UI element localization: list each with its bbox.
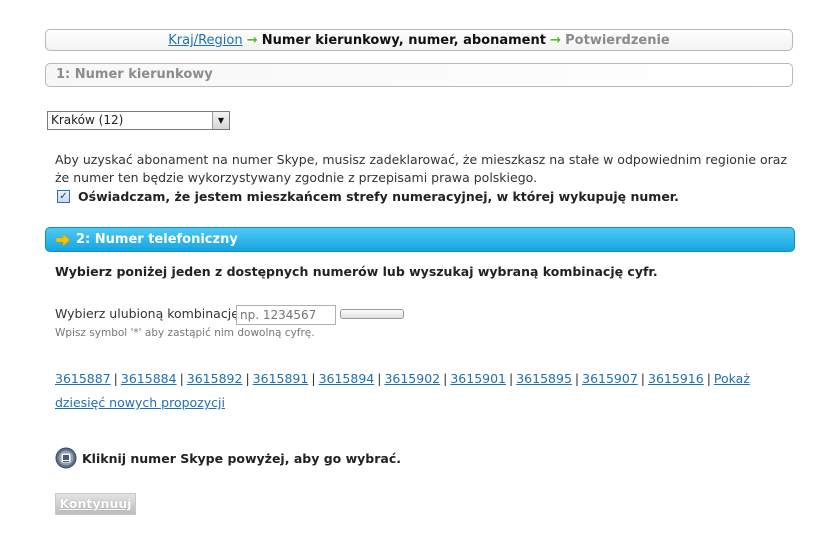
number-separator: | bbox=[706, 371, 711, 386]
skype-phone-icon bbox=[55, 447, 77, 469]
residency-notice: Aby uzyskać abonament na numer Skype, mu… bbox=[55, 152, 788, 185]
section2-title: 2: Numer telefoniczny bbox=[76, 232, 238, 247]
declaration-checkbox[interactable]: ✓ bbox=[57, 190, 70, 203]
number-link[interactable]: 3615916 bbox=[648, 371, 704, 386]
number-separator: | bbox=[245, 371, 250, 386]
region-select-value: Kraków (12) bbox=[51, 113, 124, 127]
breadcrumb-arrow-1: → bbox=[246, 33, 258, 48]
page: Kraj/Region → Numer kierunkowy, numer, a… bbox=[0, 0, 838, 551]
search-combination-button[interactable] bbox=[340, 309, 404, 319]
number-separator: | bbox=[574, 371, 580, 386]
breadcrumb-confirmation: Potwierdzenie bbox=[565, 33, 670, 48]
number-link[interactable]: 3615901 bbox=[450, 371, 506, 386]
number-link[interactable]: 3615895 bbox=[516, 371, 572, 386]
number-link[interactable]: 3615884 bbox=[121, 371, 177, 386]
number-link[interactable]: 3615902 bbox=[384, 371, 440, 386]
wildcard-hint: Wpisz symbol '*' aby zastąpić nim dowoln… bbox=[55, 327, 315, 339]
number-link[interactable]: 3615892 bbox=[187, 371, 243, 386]
chevron-down-icon[interactable]: ▼ bbox=[212, 112, 229, 129]
number-separator: | bbox=[377, 371, 382, 386]
number-separator: | bbox=[311, 371, 316, 386]
number-instruction: Wybierz poniżej jeden z dostępnych numer… bbox=[55, 264, 658, 279]
breadcrumb-current: Numer kierunkowy, numer, abonament bbox=[261, 33, 546, 48]
number-separator: | bbox=[509, 371, 514, 386]
click-number-note: Kliknij numer Skype powyżej, aby go wybr… bbox=[55, 447, 401, 469]
declaration-label: Oświadczam, że jestem mieszkańcem strefy… bbox=[78, 189, 679, 204]
number-link[interactable]: 3615907 bbox=[582, 371, 638, 386]
declaration-row[interactable]: ✓ Oświadczam, że jestem mieszkańcem stre… bbox=[57, 189, 679, 204]
number-separator: | bbox=[640, 371, 646, 386]
region-select[interactable]: Kraków (12) ▼ bbox=[47, 111, 230, 130]
breadcrumb: Kraj/Region → Numer kierunkowy, numer, a… bbox=[45, 29, 793, 51]
continue-button[interactable]: Kontynuuj bbox=[55, 493, 136, 515]
number-separator: | bbox=[443, 371, 448, 386]
breadcrumb-arrow-2: → bbox=[550, 33, 561, 48]
number-separator: | bbox=[113, 371, 118, 386]
number-separator: | bbox=[179, 371, 184, 386]
number-list: 3615887 | 3615884 | 3615892 | 3615891 | 3615894 |… bbox=[55, 367, 790, 415]
number-link[interactable]: 3615894 bbox=[319, 371, 375, 386]
section2-header: 2: Numer telefoniczny bbox=[45, 227, 795, 252]
breadcrumb-country-link[interactable]: Kraj/Region bbox=[168, 33, 242, 48]
arrow-right-icon bbox=[56, 233, 70, 246]
combination-input[interactable] bbox=[236, 305, 336, 325]
combination-label: Wybierz ulubioną kombinację: bbox=[55, 306, 244, 321]
number-link[interactable]: 3615887 bbox=[55, 371, 111, 386]
click-note-text: Kliknij numer Skype powyżej, aby go wybr… bbox=[82, 450, 401, 466]
number-link[interactable]: 3615891 bbox=[253, 371, 309, 386]
section1-title: 1: Numer kierunkowy bbox=[56, 67, 213, 82]
section1-header: 1: Numer kierunkowy bbox=[45, 63, 793, 87]
